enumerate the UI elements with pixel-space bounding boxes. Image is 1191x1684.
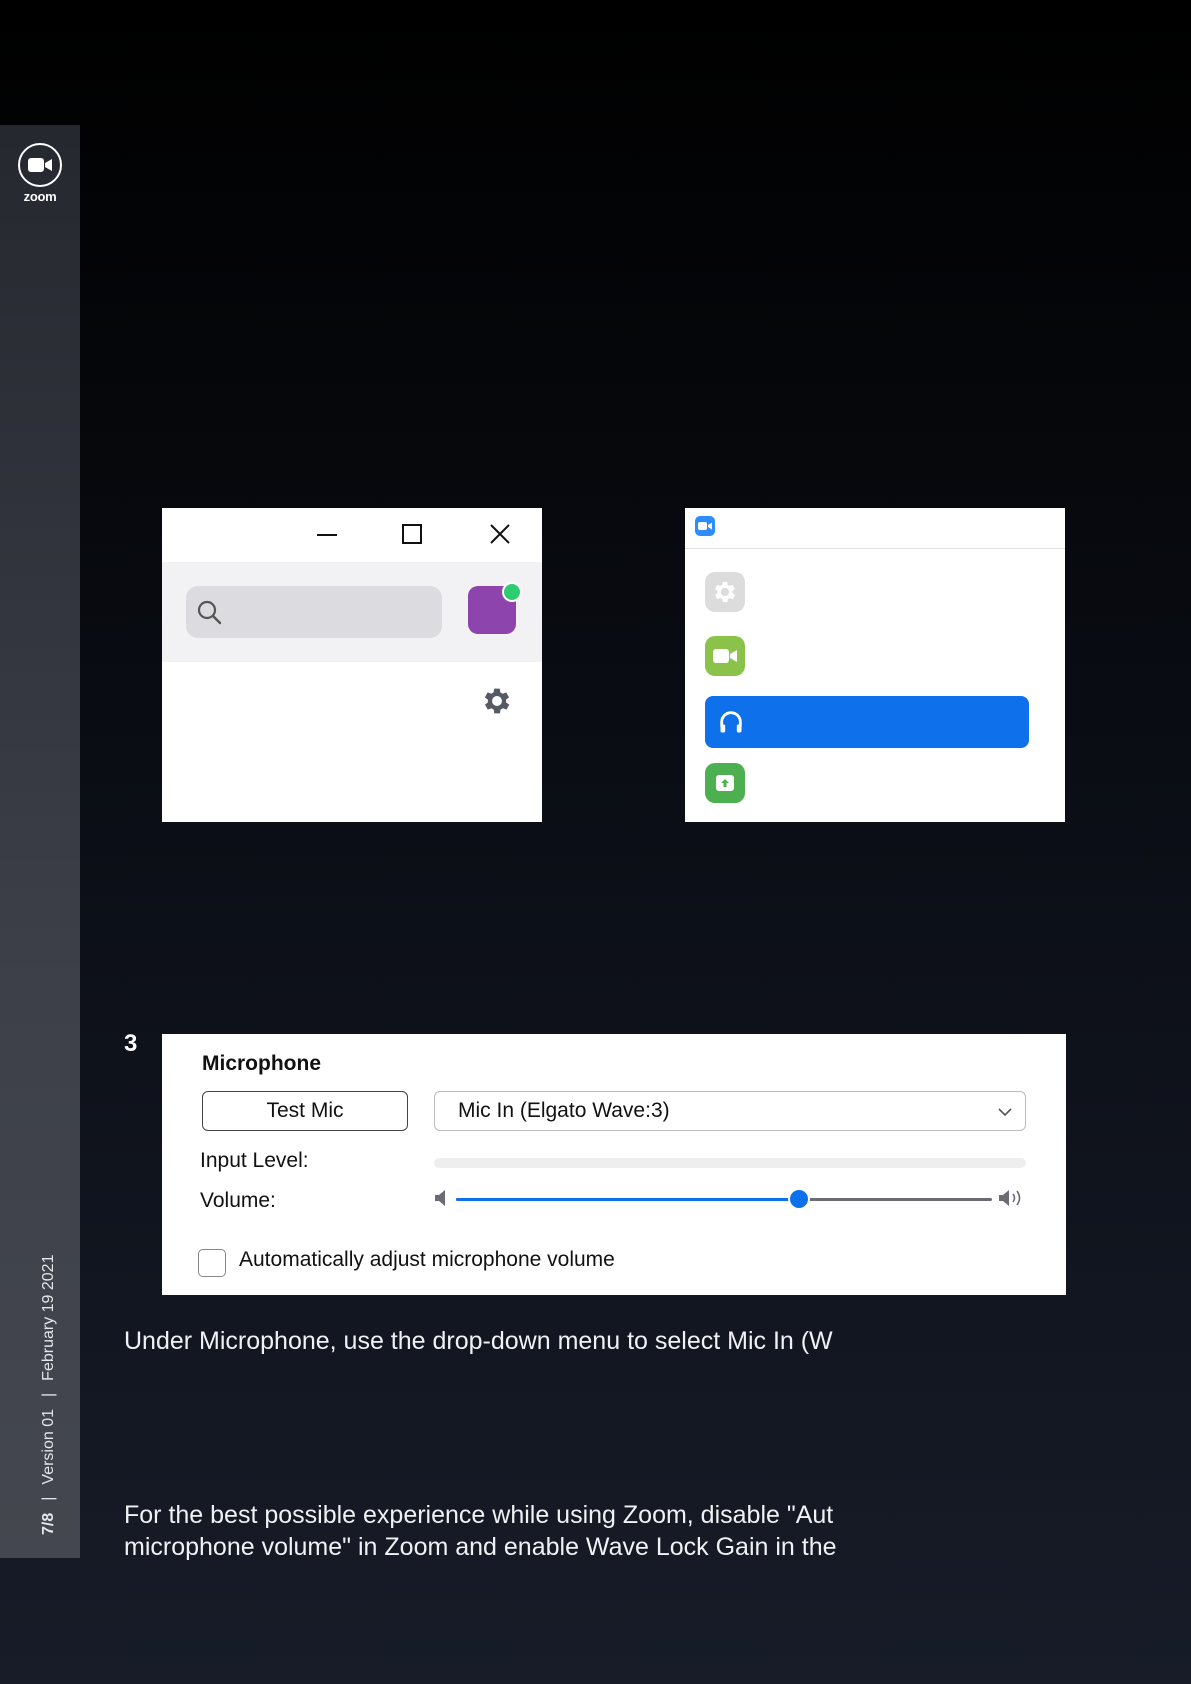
sidebar: zoom 7/8|Version 01|February 19 2021 [0,125,80,1558]
input-level-label: Input Level: [200,1149,309,1172]
page-number: 7/8 [40,1512,57,1535]
minimize-icon[interactable] [314,521,340,547]
volume-high-icon [999,1190,1021,1206]
zoom-camera-icon [18,143,62,187]
zoom-logo: zoom [16,143,64,204]
selected-device-label: Mic In (Elgato Wave:3) [458,1099,670,1122]
search-input[interactable] [186,586,442,638]
title-bar [685,508,1065,549]
step-number: 3 [124,1030,138,1057]
zoom-wordmark: zoom [23,189,57,204]
zoom-home-window [162,508,542,822]
volume-slider[interactable] [456,1188,992,1210]
auto-adjust-label: Automatically adjust microphone volume [239,1248,615,1271]
auto-adjust-checkbox[interactable] [198,1249,226,1277]
input-level-meter [434,1158,1026,1168]
audio-nav-item-active[interactable] [705,696,1029,748]
share-screen-icon[interactable] [705,763,745,803]
close-icon[interactable] [487,521,513,547]
gear-icon[interactable] [480,684,514,723]
zoom-app-icon [695,516,715,536]
tip-text-line2: microphone volume" in Zoom and enable Wa… [124,1533,837,1561]
microphone-settings-panel: Microphone Test Mic Mic In (Elgato Wave:… [162,1034,1066,1295]
title-bar [162,508,542,562]
volume-slider-fill [456,1198,800,1201]
zoom-settings-window [685,508,1065,822]
volume-slider-thumb[interactable] [788,1188,811,1210]
maximize-icon[interactable] [399,521,425,547]
instruction-text: Under Microphone, use the drop-down menu… [124,1327,833,1355]
settings-icon[interactable] [705,572,745,612]
date-label: February 19 2021 [40,1254,57,1381]
microphone-device-select[interactable]: Mic In (Elgato Wave:3) [434,1091,1026,1131]
volume-low-icon [435,1190,445,1206]
version-label: Version 01 [40,1408,57,1485]
microphone-heading: Microphone [202,1052,321,1075]
volume-label: Volume: [200,1189,276,1212]
chevron-down-icon [998,1108,1012,1117]
presence-indicator [502,582,522,602]
page-footer-vertical: 7/8|Version 01|February 19 2021 [40,1254,57,1535]
tip-text-line1: For the best possible experience while u… [124,1501,834,1529]
headphones-icon [720,711,742,733]
search-row [162,562,542,662]
test-mic-button[interactable]: Test Mic [202,1091,408,1131]
video-icon[interactable] [705,636,745,676]
search-icon [197,600,222,625]
